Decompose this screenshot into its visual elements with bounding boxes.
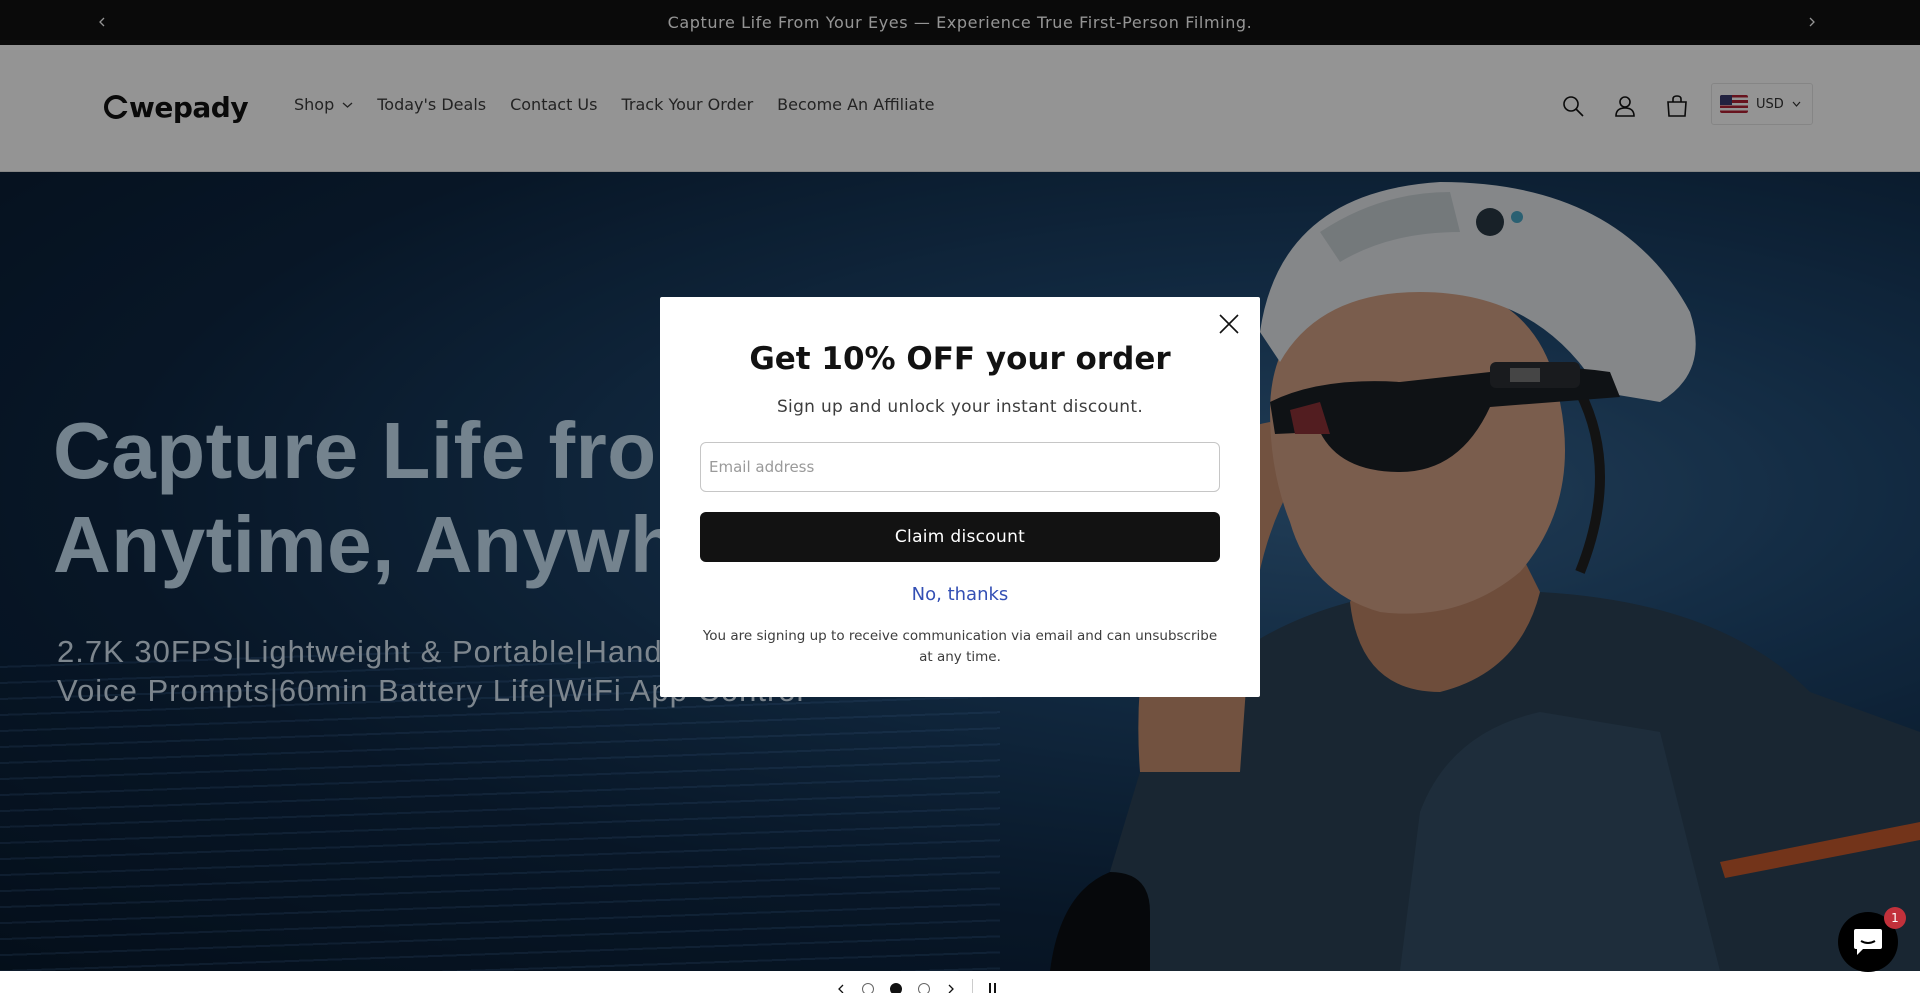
slider-controls — [836, 979, 999, 993]
slider-controls-bar — [0, 971, 1920, 993]
slide-dot[interactable] — [862, 983, 874, 993]
claim-discount-button[interactable]: Claim discount — [700, 512, 1220, 562]
slide-dot[interactable] — [918, 983, 930, 993]
slider-prev-icon[interactable] — [836, 984, 846, 993]
notification-badge: 1 — [1884, 907, 1906, 929]
chat-icon — [1854, 929, 1882, 955]
chat-button[interactable]: 1 — [1838, 907, 1906, 972]
slide-dot-active[interactable] — [890, 983, 902, 993]
email-field[interactable] — [700, 442, 1220, 492]
discount-popup: Get 10% OFF your order Sign up and unloc… — [660, 297, 1260, 697]
legal-text: You are signing up to receive communicat… — [702, 628, 1218, 665]
popup-subtitle: Sign up and unlock your instant discount… — [776, 397, 1144, 417]
divider — [972, 979, 973, 993]
popup-title: Get 10% OFF your order — [749, 341, 1171, 377]
close-icon — [1219, 314, 1239, 334]
no-thanks-link[interactable]: No, thanks — [660, 584, 1260, 605]
slider-next-icon[interactable] — [946, 984, 956, 993]
close-button[interactable] — [1214, 309, 1244, 339]
pause-icon[interactable] — [989, 983, 999, 993]
